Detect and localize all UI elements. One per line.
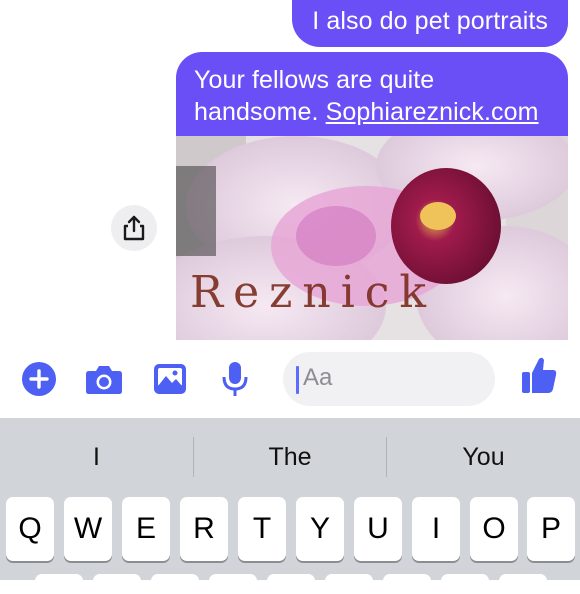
key-row2-partial[interactable] [35, 574, 83, 594]
plus-icon [22, 362, 56, 396]
key-p[interactable]: P [527, 497, 575, 561]
key-row2-partial[interactable] [209, 574, 257, 594]
reply-line-1: Your fellows are quite [194, 66, 435, 94]
key-row2-partial[interactable] [441, 574, 489, 594]
microphone-icon [222, 362, 248, 396]
key-u[interactable]: U [354, 497, 402, 561]
share-button[interactable] [111, 205, 157, 251]
key-row2-partial[interactable] [499, 574, 547, 594]
key-y[interactable]: Y [296, 497, 344, 561]
gallery-button[interactable] [151, 360, 189, 398]
add-button[interactable] [20, 360, 58, 398]
link-preview-image[interactable]: Reznick [176, 136, 568, 340]
key-row2-partial[interactable] [151, 574, 199, 594]
photo-caption: Reznick [190, 267, 437, 318]
camera-icon [86, 366, 122, 394]
key-q[interactable]: Q [6, 497, 54, 561]
key-row2-partial[interactable] [267, 574, 315, 594]
suggestion-3[interactable]: You [387, 432, 580, 482]
voice-button[interactable] [216, 360, 254, 398]
key-i[interactable]: I [412, 497, 460, 561]
website-link[interactable]: Sophiareznick.com [326, 98, 539, 126]
image-icon [154, 364, 186, 394]
thumbs-up-icon [522, 357, 557, 393]
key-row2-partial[interactable] [383, 574, 431, 594]
suggestion-1[interactable]: I [0, 432, 193, 482]
key-w[interactable]: W [64, 497, 112, 561]
key-e[interactable]: E [122, 497, 170, 561]
sent-message-text: I also do pet portraits [312, 7, 548, 35]
key-row2-partial[interactable] [93, 574, 141, 594]
camera-button[interactable] [85, 360, 123, 398]
reply-line-2-text: handsome. [194, 98, 326, 126]
like-button[interactable] [520, 356, 558, 394]
message-input-placeholder: Aa [303, 364, 333, 391]
key-o[interactable]: O [470, 497, 518, 561]
share-icon [123, 215, 145, 241]
reply-line-2: handsome. Sophiareznick.com [194, 96, 548, 128]
message-thread: I also do pet portraits Your fellows are… [0, 0, 580, 340]
text-cursor [296, 366, 299, 394]
reply-message-bubble[interactable]: Your fellows are quite handsome. Sophiar… [176, 52, 568, 140]
suggestion-2[interactable]: The [194, 432, 386, 482]
key-t[interactable]: T [238, 497, 286, 561]
key-row2-partial[interactable] [325, 574, 373, 594]
sent-message-bubble[interactable]: I also do pet portraits [292, 0, 568, 47]
key-r[interactable]: R [180, 497, 228, 561]
